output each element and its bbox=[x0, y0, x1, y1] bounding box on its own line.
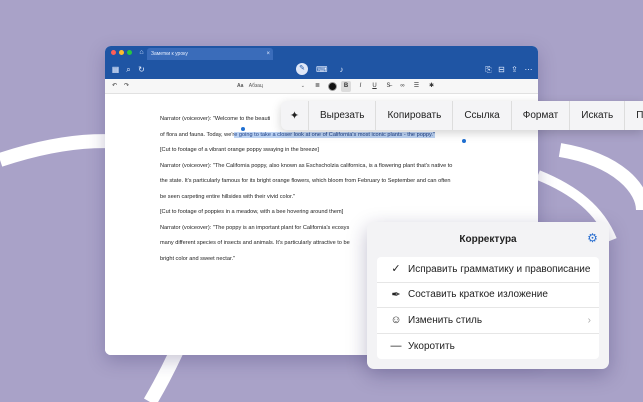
title-bar: ⌂ Заметки к уроку × bbox=[105, 46, 538, 60]
chevron-down-icon: ⌄ bbox=[300, 83, 305, 89]
doc-line[interactable]: of flora and fauna. Today, we're going t… bbox=[160, 132, 435, 138]
close-tab-icon[interactable]: × bbox=[266, 48, 270, 60]
bullets-icon[interactable]: ☰ bbox=[412, 81, 421, 92]
change-style-label: Изменить стиль bbox=[408, 314, 483, 326]
document-tab-label: Заметки к уроку bbox=[151, 51, 188, 57]
copy-menu-item[interactable]: Копировать bbox=[376, 101, 454, 130]
share-icon[interactable]: ⇪ bbox=[509, 64, 520, 75]
redo-icon[interactable]: ↷ bbox=[122, 81, 131, 92]
style-aa-icon: Aa bbox=[237, 83, 244, 89]
smile-icon: ☺ bbox=[390, 314, 402, 327]
summarize-button[interactable]: ✒ Составить краткое изложение bbox=[377, 283, 599, 308]
magic-icon[interactable]: ✱ bbox=[427, 81, 436, 92]
translate-menu-item[interactable]: Переве bbox=[625, 101, 643, 130]
line-text: [Cut to footage of poppies in a meadow, … bbox=[160, 209, 344, 215]
underline-icon[interactable]: U bbox=[370, 81, 379, 92]
chevron-right-icon: › bbox=[587, 315, 591, 326]
close-dot[interactable] bbox=[111, 50, 116, 55]
doc-line[interactable]: be seen carpeting entire hillsides with … bbox=[160, 194, 295, 200]
link-menu-item[interactable]: Ссылка bbox=[453, 101, 512, 130]
feather-icon: ✒ bbox=[391, 288, 401, 301]
window-controls[interactable] bbox=[111, 50, 132, 55]
paragraph-style-select[interactable]: Aa Абзац ⌄ bbox=[237, 81, 305, 92]
search-menu-item[interactable]: Искать bbox=[570, 101, 626, 130]
fix-grammar-label: Исправить грамматику и правописание bbox=[408, 263, 591, 275]
selection-start-handle[interactable] bbox=[241, 127, 245, 131]
style-select-value: Абзац bbox=[248, 83, 263, 89]
line-text: Narrator (voiceover): "The California po… bbox=[160, 163, 453, 169]
list-icon[interactable]: ≣ bbox=[313, 81, 322, 92]
doc-line[interactable]: Narrator (voiceover): "Welcome to the be… bbox=[160, 116, 270, 122]
strikethrough-icon[interactable]: S̶ bbox=[384, 81, 393, 92]
format-toolbar: ↶ ↷ Aa Абзац ⌄ ≣ B I U S̶ ∞ ☰ ✱ bbox=[105, 79, 538, 94]
home-icon[interactable]: ⌂ bbox=[137, 48, 146, 57]
line-text: many different species of insects and an… bbox=[160, 240, 350, 246]
bookmark-icon[interactable]: ⊟ bbox=[496, 64, 507, 75]
fix-grammar-button[interactable]: ✓ Исправить грамматику и правописание bbox=[377, 257, 599, 283]
line-text: Narrator (voiceover): "The poppy is an i… bbox=[160, 225, 350, 231]
undo-icon[interactable]: ↶ bbox=[110, 81, 119, 92]
line-text: the state. It's particularly famous for … bbox=[160, 178, 451, 184]
panel-title: Корректура bbox=[459, 234, 517, 245]
check-circle-icon: ✓ bbox=[391, 263, 401, 276]
line-text: of flora and fauna. Today, we'r bbox=[160, 132, 235, 138]
maximize-dot[interactable] bbox=[127, 50, 132, 55]
format-menu-item[interactable]: Формат bbox=[512, 101, 571, 130]
italic-icon[interactable]: I bbox=[356, 81, 365, 92]
grid-icon[interactable]: ▦ bbox=[110, 64, 121, 75]
doc-line[interactable]: the state. It's particularly famous for … bbox=[160, 178, 451, 184]
line-text: bright color and sweet nectar." bbox=[160, 256, 236, 262]
document-tab[interactable]: Заметки к уроку × bbox=[147, 48, 273, 60]
context-menu: ✦ Вырезать Копировать Ссылка Формат Иска… bbox=[281, 101, 643, 130]
dash-icon: — bbox=[390, 340, 402, 353]
minimize-dot[interactable] bbox=[119, 50, 124, 55]
pen-icon[interactable]: ✎ bbox=[296, 63, 308, 75]
line-text: [Cut to footage of a vibrant orange popp… bbox=[160, 147, 319, 153]
refresh-icon[interactable]: ↻ bbox=[136, 64, 147, 75]
bold-icon[interactable]: B bbox=[341, 81, 351, 92]
cut-menu-item[interactable]: Вырезать bbox=[309, 101, 377, 130]
proofreading-panel: Корректура ⚙ ✓ Исправить грамматику и пр… bbox=[367, 222, 609, 369]
doc-line[interactable]: Narrator (voiceover): "The poppy is an i… bbox=[160, 225, 349, 231]
doc-line[interactable]: [Cut to footage of poppies in a meadow, … bbox=[160, 209, 343, 215]
selected-text[interactable]: e going to take a closer look at one of … bbox=[234, 132, 435, 138]
search-icon[interactable]: ⌕ bbox=[123, 64, 134, 75]
line-text: Narrator (voiceover): "Welcome to the be… bbox=[160, 116, 271, 122]
selection-end-handle[interactable] bbox=[462, 139, 466, 143]
doc-line[interactable]: [Cut to footage of a vibrant orange popp… bbox=[160, 147, 319, 153]
doc-line[interactable]: bright color and sweet nectar." bbox=[160, 256, 235, 262]
more-icon[interactable]: ⋯ bbox=[523, 64, 534, 75]
keyboard-icon[interactable]: ⌨ bbox=[316, 64, 328, 75]
shorten-label: Укоротить bbox=[408, 340, 455, 352]
gear-icon[interactable]: ⚙ bbox=[586, 232, 599, 245]
doc-line[interactable]: Narrator (voiceover): "The California po… bbox=[160, 163, 452, 169]
change-style-button[interactable]: ☺ Изменить стиль › bbox=[377, 308, 599, 334]
panel-actions: ✓ Исправить грамматику и правописание ✒ … bbox=[377, 257, 599, 359]
export-icon[interactable]: ⎘ bbox=[483, 64, 494, 75]
link-icon[interactable]: ∞ bbox=[398, 81, 407, 92]
summarize-label: Составить краткое изложение bbox=[408, 289, 548, 301]
line-text: be seen carpeting entire hillsides with … bbox=[160, 194, 296, 200]
color-icon[interactable] bbox=[328, 82, 337, 91]
main-toolbar: ▦ ⌕ ↻ ✎ ⌨ ♪ ⎘ ⊟ ⇪ ⋯ bbox=[105, 60, 538, 79]
microphone-icon[interactable]: ♪ bbox=[336, 64, 347, 75]
sparkle-icon[interactable]: ✦ bbox=[281, 101, 309, 130]
shorten-button[interactable]: — Укоротить bbox=[377, 334, 599, 360]
doc-line[interactable]: many different species of insects and an… bbox=[160, 240, 350, 246]
